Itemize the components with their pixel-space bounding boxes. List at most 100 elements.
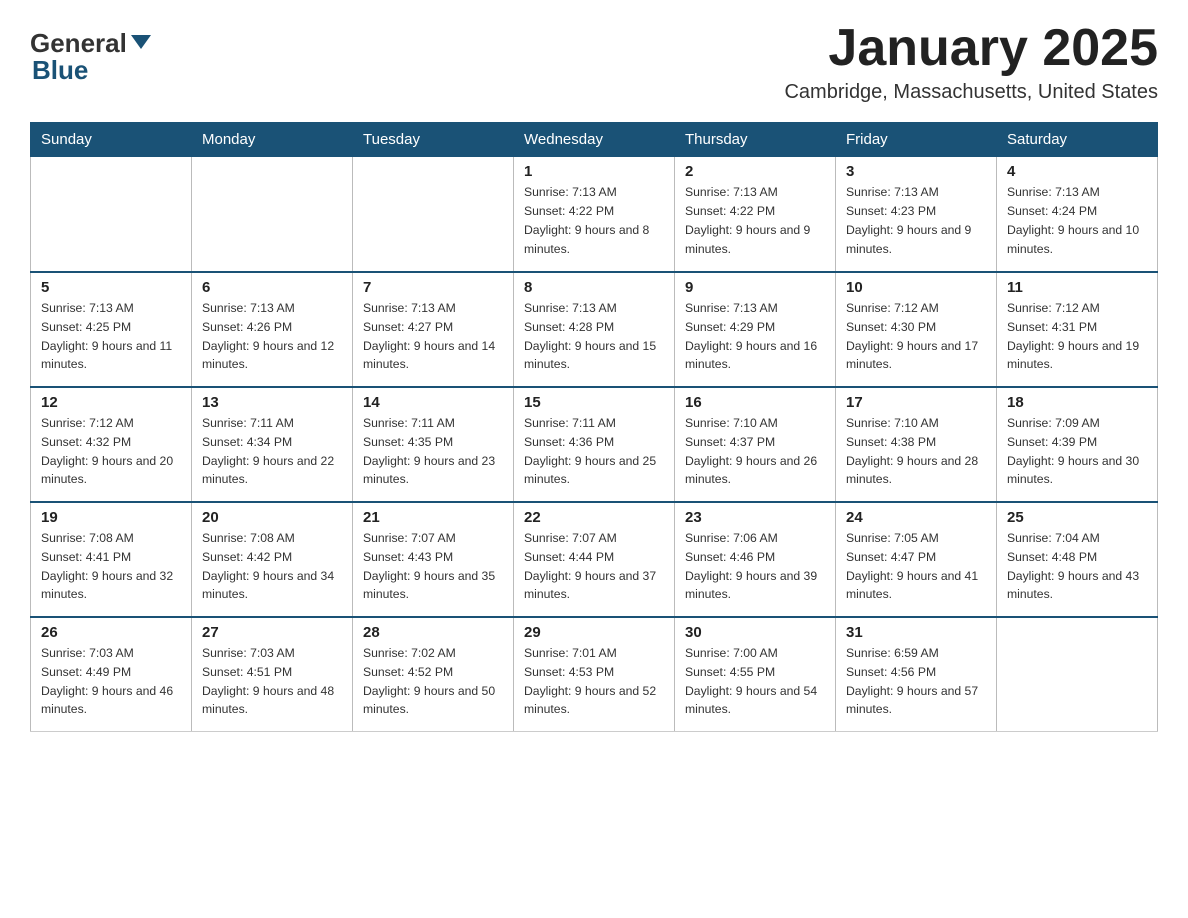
day-number: 5 (41, 279, 181, 296)
day-number: 27 (202, 624, 342, 641)
calendar-week-row: 1 Sunrise: 7:13 AMSunset: 4:22 PMDaylight… (31, 157, 1158, 272)
calendar-cell: 9 Sunrise: 7:13 AMSunset: 4:29 PMDaylight… (675, 272, 836, 387)
weekday-header-friday: Friday (836, 123, 997, 157)
day-info: Sunrise: 7:01 AMSunset: 4:53 PMDaylight:… (524, 644, 664, 720)
day-info: Sunrise: 7:05 AMSunset: 4:47 PMDaylight:… (846, 529, 986, 605)
day-number: 6 (202, 279, 342, 296)
day-number: 24 (846, 509, 986, 526)
calendar-cell (31, 157, 192, 272)
calendar-cell: 20 Sunrise: 7:08 AMSunset: 4:42 PMDayligh… (192, 502, 353, 617)
weekday-header-monday: Monday (192, 123, 353, 157)
day-info: Sunrise: 7:13 AMSunset: 4:28 PMDaylight:… (524, 299, 664, 375)
day-number: 3 (846, 163, 986, 180)
day-info: Sunrise: 7:09 AMSunset: 4:39 PMDaylight:… (1007, 414, 1147, 490)
calendar-week-row: 26 Sunrise: 7:03 AMSunset: 4:49 PMDayligh… (31, 617, 1158, 732)
calendar-cell: 24 Sunrise: 7:05 AMSunset: 4:47 PMDayligh… (836, 502, 997, 617)
calendar-cell (353, 157, 514, 272)
day-info: Sunrise: 7:03 AMSunset: 4:49 PMDaylight:… (41, 644, 181, 720)
logo: General Blue (30, 20, 151, 86)
day-info: Sunrise: 7:12 AMSunset: 4:30 PMDaylight:… (846, 299, 986, 375)
day-number: 26 (41, 624, 181, 641)
logo-arrow-icon (131, 35, 151, 49)
day-info: Sunrise: 7:13 AMSunset: 4:22 PMDaylight:… (685, 183, 825, 259)
calendar-cell: 13Sunrise: 7:11 AMSunset: 4:34 PMDayligh… (192, 387, 353, 502)
calendar-cell: 25Sunrise: 7:04 AMSunset: 4:48 PMDayligh… (997, 502, 1158, 617)
day-info: Sunrise: 7:11 AMSunset: 4:35 PMDaylight:… (363, 414, 503, 490)
day-number: 9 (685, 279, 825, 296)
day-number: 19 (41, 509, 181, 526)
calendar-cell: 30Sunrise: 7:00 AMSunset: 4:55 PMDayligh… (675, 617, 836, 732)
day-info: Sunrise: 7:11 AMSunset: 4:36 PMDaylight:… (524, 414, 664, 490)
day-number: 15 (524, 394, 664, 411)
calendar-cell: 21 Sunrise: 7:07 AMSunset: 4:43 PMDayligh… (353, 502, 514, 617)
title-block: January 2025 Cambridge, Massachusetts, U… (784, 20, 1158, 104)
day-info: Sunrise: 7:12 AMSunset: 4:32 PMDaylight:… (41, 414, 181, 490)
calendar-cell: 10 Sunrise: 7:12 AMSunset: 4:30 PMDayligh… (836, 272, 997, 387)
calendar-week-row: 19 Sunrise: 7:08 AMSunset: 4:41 PMDayligh… (31, 502, 1158, 617)
calendar-cell: 8Sunrise: 7:13 AMSunset: 4:28 PMDaylight… (514, 272, 675, 387)
calendar-cell: 4Sunrise: 7:13 AMSunset: 4:24 PMDaylight… (997, 157, 1158, 272)
day-number: 16 (685, 394, 825, 411)
calendar-cell: 29 Sunrise: 7:01 AMSunset: 4:53 PMDayligh… (514, 617, 675, 732)
day-number: 31 (846, 624, 986, 641)
day-info: Sunrise: 7:07 AMSunset: 4:44 PMDaylight:… (524, 529, 664, 605)
day-info: Sunrise: 7:13 AMSunset: 4:26 PMDaylight:… (202, 299, 342, 375)
day-info: Sunrise: 7:08 AMSunset: 4:41 PMDaylight:… (41, 529, 181, 605)
day-number: 29 (524, 624, 664, 641)
day-number: 20 (202, 509, 342, 526)
day-info: Sunrise: 7:04 AMSunset: 4:48 PMDaylight:… (1007, 529, 1147, 605)
day-info: Sunrise: 7:06 AMSunset: 4:46 PMDaylight:… (685, 529, 825, 605)
calendar-cell: 7 Sunrise: 7:13 AMSunset: 4:27 PMDaylight… (353, 272, 514, 387)
calendar-cell: 23Sunrise: 7:06 AMSunset: 4:46 PMDayligh… (675, 502, 836, 617)
day-info: Sunrise: 7:13 AMSunset: 4:22 PMDaylight:… (524, 183, 664, 259)
calendar-cell: 16 Sunrise: 7:10 AMSunset: 4:37 PMDayligh… (675, 387, 836, 502)
location-title: Cambridge, Massachusetts, United States (784, 81, 1158, 104)
weekday-header-wednesday: Wednesday (514, 123, 675, 157)
day-info: Sunrise: 7:02 AMSunset: 4:52 PMDaylight:… (363, 644, 503, 720)
weekday-header-sunday: Sunday (31, 123, 192, 157)
calendar-cell: 17Sunrise: 7:10 AMSunset: 4:38 PMDayligh… (836, 387, 997, 502)
day-number: 28 (363, 624, 503, 641)
day-number: 2 (685, 163, 825, 180)
calendar-cell: 5 Sunrise: 7:13 AMSunset: 4:25 PMDaylight… (31, 272, 192, 387)
day-info: Sunrise: 7:13 AMSunset: 4:27 PMDaylight:… (363, 299, 503, 375)
day-info: Sunrise: 7:07 AMSunset: 4:43 PMDaylight:… (363, 529, 503, 605)
calendar-cell: 6 Sunrise: 7:13 AMSunset: 4:26 PMDaylight… (192, 272, 353, 387)
day-info: Sunrise: 7:10 AMSunset: 4:37 PMDaylight:… (685, 414, 825, 490)
calendar-table: SundayMondayTuesdayWednesdayThursdayFrid… (30, 122, 1158, 732)
weekday-header-thursday: Thursday (675, 123, 836, 157)
weekday-header-tuesday: Tuesday (353, 123, 514, 157)
calendar-cell (997, 617, 1158, 732)
calendar-week-row: 12 Sunrise: 7:12 AMSunset: 4:32 PMDayligh… (31, 387, 1158, 502)
calendar-cell: 14 Sunrise: 7:11 AMSunset: 4:35 PMDayligh… (353, 387, 514, 502)
day-number: 4 (1007, 163, 1147, 180)
day-number: 21 (363, 509, 503, 526)
day-number: 7 (363, 279, 503, 296)
calendar-cell: 31 Sunrise: 6:59 AMSunset: 4:56 PMDayligh… (836, 617, 997, 732)
day-info: Sunrise: 7:10 AMSunset: 4:38 PMDaylight:… (846, 414, 986, 490)
month-title: January 2025 (784, 20, 1158, 77)
calendar-header-row: SundayMondayTuesdayWednesdayThursdayFrid… (31, 123, 1158, 157)
calendar-cell: 15 Sunrise: 7:11 AMSunset: 4:36 PMDayligh… (514, 387, 675, 502)
calendar-cell: 26 Sunrise: 7:03 AMSunset: 4:49 PMDayligh… (31, 617, 192, 732)
calendar-cell: 28 Sunrise: 7:02 AMSunset: 4:52 PMDayligh… (353, 617, 514, 732)
day-info: Sunrise: 7:00 AMSunset: 4:55 PMDaylight:… (685, 644, 825, 720)
day-number: 11 (1007, 279, 1147, 296)
day-info: Sunrise: 7:12 AMSunset: 4:31 PMDaylight:… (1007, 299, 1147, 375)
calendar-cell: 18 Sunrise: 7:09 AMSunset: 4:39 PMDayligh… (997, 387, 1158, 502)
day-info: Sunrise: 7:13 AMSunset: 4:29 PMDaylight:… (685, 299, 825, 375)
day-info: Sunrise: 7:08 AMSunset: 4:42 PMDaylight:… (202, 529, 342, 605)
calendar-cell: 27Sunrise: 7:03 AMSunset: 4:51 PMDayligh… (192, 617, 353, 732)
day-number: 14 (363, 394, 503, 411)
calendar-cell: 2 Sunrise: 7:13 AMSunset: 4:22 PMDaylight… (675, 157, 836, 272)
calendar-cell: 22Sunrise: 7:07 AMSunset: 4:44 PMDayligh… (514, 502, 675, 617)
day-number: 12 (41, 394, 181, 411)
calendar-cell: 3 Sunrise: 7:13 AMSunset: 4:23 PMDaylight… (836, 157, 997, 272)
calendar-week-row: 5 Sunrise: 7:13 AMSunset: 4:25 PMDaylight… (31, 272, 1158, 387)
day-info: Sunrise: 6:59 AMSunset: 4:56 PMDaylight:… (846, 644, 986, 720)
day-number: 1 (524, 163, 664, 180)
day-info: Sunrise: 7:13 AMSunset: 4:23 PMDaylight:… (846, 183, 986, 259)
day-number: 10 (846, 279, 986, 296)
day-number: 18 (1007, 394, 1147, 411)
day-info: Sunrise: 7:13 AMSunset: 4:25 PMDaylight:… (41, 299, 181, 375)
